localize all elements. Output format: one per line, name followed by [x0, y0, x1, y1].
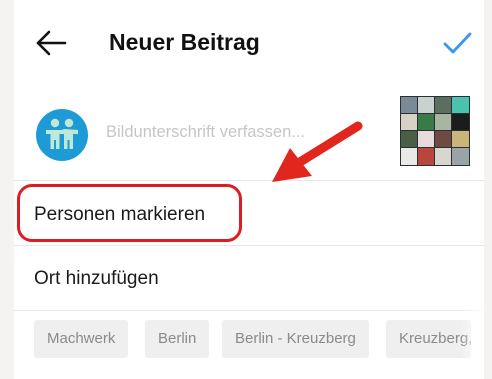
collage-image	[400, 96, 470, 166]
highlight-annotation	[17, 184, 242, 242]
scroll-fade	[460, 310, 484, 379]
location-chip[interactable]: Machwerk	[34, 320, 129, 358]
new-post-screen: Neuer Beitrag Bildunterschrift verfassen…	[14, 0, 484, 379]
arrow-left-icon[interactable]	[34, 28, 68, 58]
location-suggestions: Machwerk Berlin Berlin - Kreuzberg Kreuz…	[14, 320, 484, 360]
add-location-row[interactable]: Ort hinzufügen	[14, 248, 484, 310]
red-arrow-annotation	[272, 121, 363, 182]
post-thumbnail[interactable]	[400, 96, 470, 166]
add-location-label: Ort hinzufügen	[34, 268, 159, 289]
divider	[14, 245, 484, 246]
location-chip[interactable]: Berlin	[145, 320, 210, 358]
header: Neuer Beitrag	[14, 0, 484, 86]
location-chip[interactable]: Kreuzberg, B	[386, 320, 471, 358]
page-title: Neuer Beitrag	[109, 29, 260, 55]
post-composer	[14, 86, 484, 180]
divider	[14, 310, 484, 311]
divider	[14, 180, 484, 181]
location-chip[interactable]: Berlin - Kreuzberg	[222, 320, 369, 358]
family-avatar-icon[interactable]	[36, 109, 88, 161]
window-edge	[484, 0, 492, 379]
checkmark-icon[interactable]	[440, 26, 474, 60]
